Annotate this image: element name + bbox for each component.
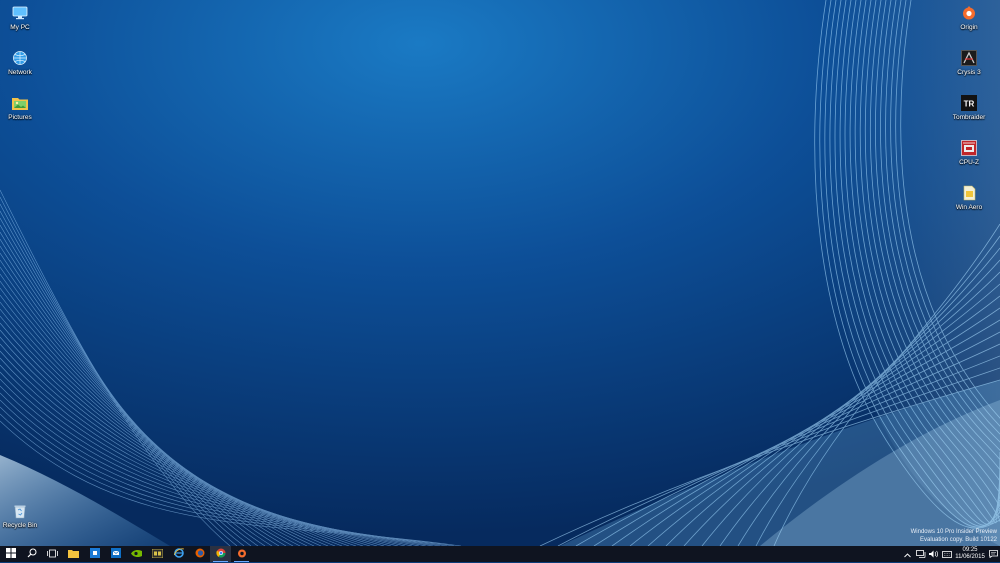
taskbar-nvidia[interactable] [126,546,147,562]
taskbar-store[interactable] [84,546,105,562]
mail-icon [110,545,121,563]
taskbar-gpuz[interactable] [147,546,168,562]
search-button[interactable] [21,546,42,562]
tray-network[interactable] [914,546,927,562]
tombraider-icon: TR [959,94,979,112]
desktop-icon-pictures[interactable]: Pictures [0,94,46,121]
desktop-icon-label: Crysis 3 [957,69,981,76]
tray-volume[interactable] [927,546,940,562]
crysis3-icon [959,49,979,67]
tray-action-center[interactable] [987,546,1000,562]
internet-explorer-icon [173,545,184,563]
taskbar-mail[interactable] [105,546,126,562]
file-explorer-icon [68,545,79,563]
desktop-icon-crysis3[interactable]: Crysis 3 [943,49,995,76]
desktop-icon-label: Pictures [8,114,32,121]
recycle-bin-icon [10,502,30,520]
watermark-line-build: Evaluation copy. Build 10122 [920,537,997,543]
desktop-icon-label: Win Aero [955,204,983,211]
watermark-line-edition: Windows 10 Pro Insider Preview [910,529,997,535]
system-tray: 09:25 11/06/2015 [901,546,1000,562]
desktop-icon-label: Tombraider [952,114,986,121]
volume-icon [928,545,939,563]
firefox-icon [195,545,205,563]
tray-keyboard[interactable] [940,546,953,562]
tray-clock[interactable]: 09:25 11/06/2015 [953,547,987,561]
task-view-icon [47,545,58,563]
chrome-icon [215,545,226,563]
evaluation-watermark: Windows 10 Pro Insider Preview Evaluatio… [911,528,997,544]
pictures-folder-icon [10,94,30,112]
desktop-icon-label: Origin [960,24,978,31]
store-icon [89,545,100,563]
show-hidden-icons-button[interactable] [901,546,914,562]
desktop-icon-recycle-bin[interactable]: Recycle Bin [0,502,46,529]
taskbar-file-explorer[interactable] [63,546,84,562]
nvidia-icon [131,545,142,563]
desktop-icon-cpuz[interactable]: CPU-Z [943,139,995,166]
svg-text:TR: TR [964,100,975,109]
desktop-icon-label: Recycle Bin [2,522,38,529]
desktop-icon-origin[interactable]: Origin [943,4,995,31]
cpuz-icon [959,139,979,157]
show-hidden-chevron-icon [904,545,911,563]
network-icon [915,545,926,563]
desktop-icon-winaero[interactable]: Win Aero [943,184,995,211]
taskbar-chrome[interactable] [210,546,231,562]
task-view-button[interactable] [42,546,63,562]
origin-icon [959,4,979,22]
action-center-icon [989,545,998,563]
desktop-icon-tombraider[interactable]: TR Tombraider [943,94,995,121]
desktop-icon-label: CPU-Z [959,159,979,166]
desktop-icon-label: Network [8,69,32,76]
start-windows-icon [5,545,16,563]
computer-icon [10,4,30,22]
winaero-icon [959,184,979,202]
search-icon [27,545,37,563]
taskbar-origin[interactable] [231,546,252,562]
clock-time: 09:25 [962,547,978,553]
clock-date: 11/06/2015 [955,554,985,560]
desktop-icon-network[interactable]: Network [0,49,46,76]
origin-app-icon [237,545,247,563]
network-globe-icon [10,49,30,67]
start-button[interactable] [0,546,21,562]
keyboard-icon [941,545,952,563]
taskbar: 09:25 11/06/2015 [0,546,1000,562]
gpuz-icon [151,545,164,563]
taskbar-firefox[interactable] [189,546,210,562]
desktop-icon-my-pc[interactable]: My PC [0,4,46,31]
taskbar-internet-explorer[interactable] [168,546,189,562]
desktop-wallpaper [0,0,1000,546]
desktop-icon-label: My PC [10,24,30,31]
